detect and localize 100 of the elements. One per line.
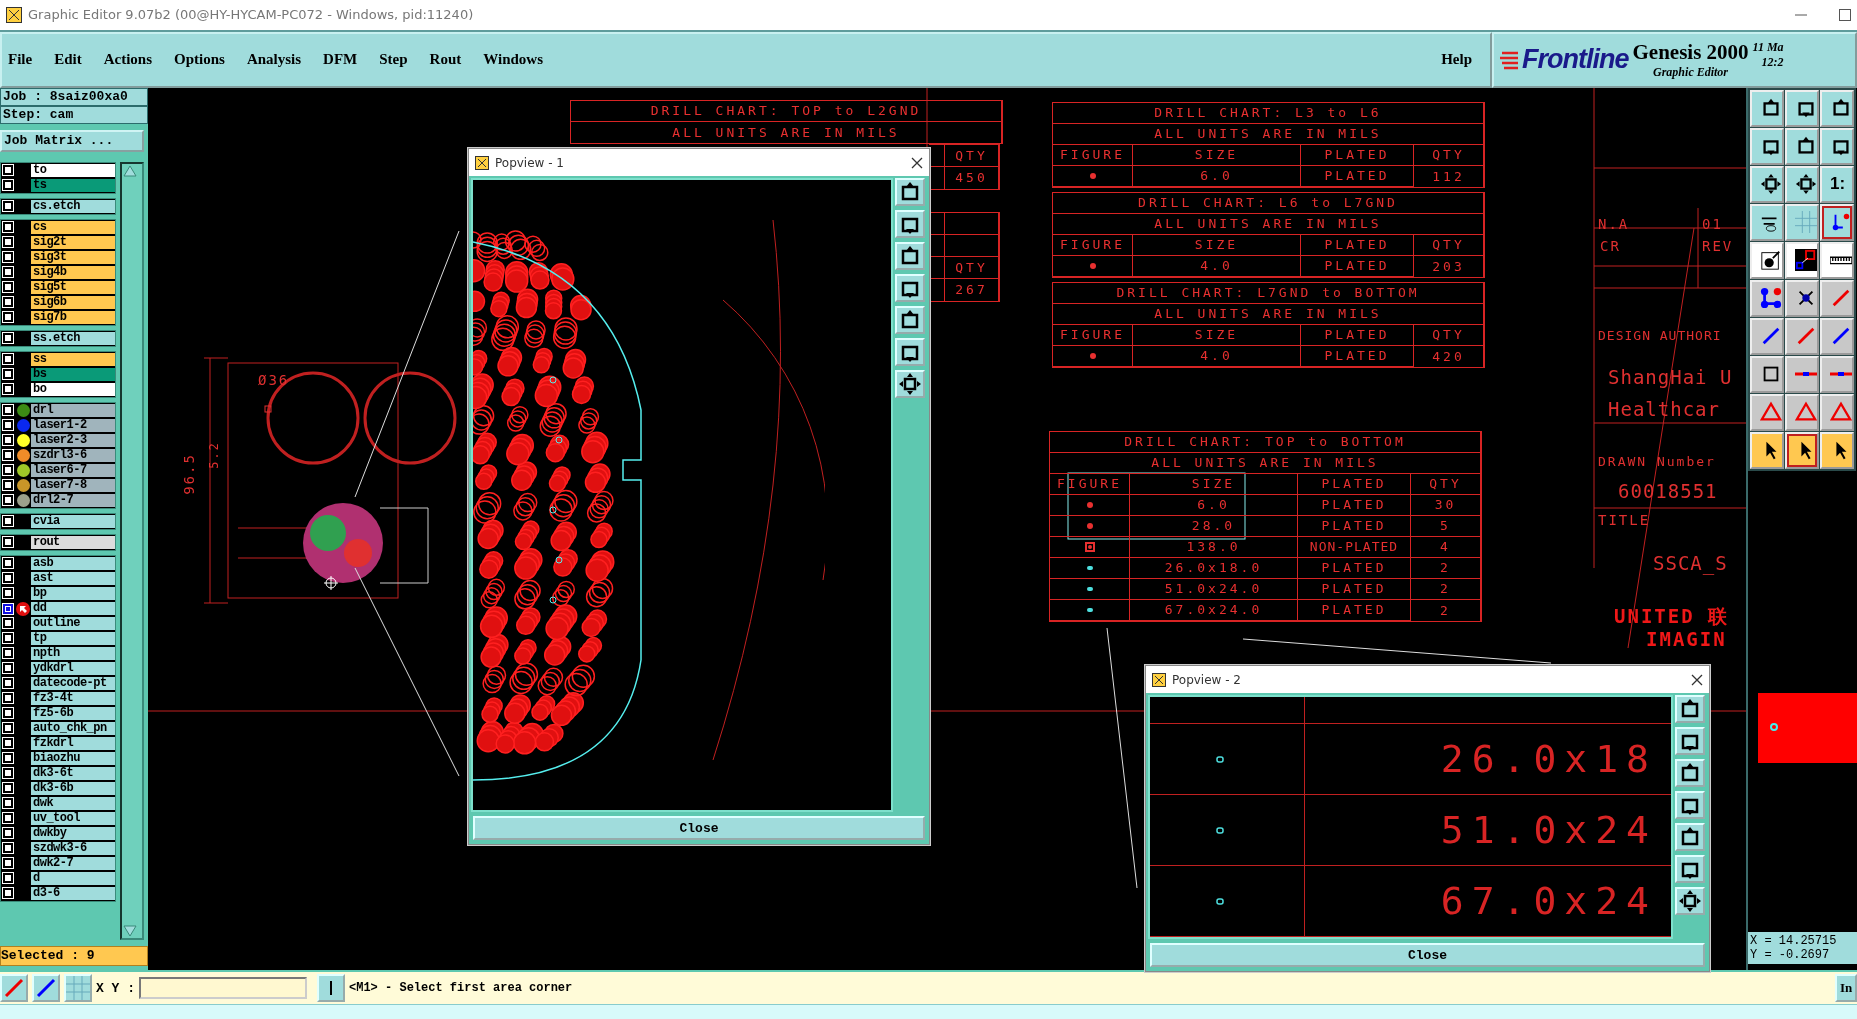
layer-name[interactable]: cs [31, 220, 116, 234]
layer-name[interactable]: rout [31, 535, 116, 549]
layer-checkbox[interactable] [3, 369, 13, 380]
layer-name[interactable]: sig4b [31, 265, 116, 279]
layer-checkbox[interactable] [3, 537, 13, 548]
view-tool-button[interactable] [1675, 727, 1705, 755]
tool-button[interactable] [32, 974, 60, 1003]
layer-name[interactable]: ss [31, 352, 116, 366]
layer-name[interactable]: sig2t [31, 235, 116, 249]
tool-button[interactable]: 1: [1820, 165, 1854, 203]
layer-checkbox[interactable] [3, 678, 13, 689]
layer-checkbox[interactable] [3, 450, 13, 461]
close-button[interactable]: Close [473, 816, 925, 840]
layer-name[interactable]: ydkdrl [31, 661, 116, 675]
layer-name[interactable]: dwkby [31, 826, 116, 840]
tool-button[interactable] [1750, 431, 1784, 469]
view-tool-button[interactable] [1675, 791, 1705, 819]
layer-checkbox[interactable] [3, 384, 13, 395]
tool-button[interactable] [1785, 241, 1819, 279]
layer-name[interactable]: drl2-7 [31, 493, 116, 507]
layer-checkbox[interactable] [3, 480, 13, 491]
view-tool-button[interactable] [895, 274, 925, 302]
close-button[interactable]: Close [1150, 943, 1705, 967]
layer-checkbox[interactable] [3, 873, 13, 884]
layer-name[interactable]: outline [31, 616, 116, 630]
layer-checkbox[interactable] [3, 618, 13, 629]
layer-name[interactable]: dwk2-7 [31, 856, 116, 870]
layer-checkbox[interactable] [3, 813, 13, 824]
view-tool-button[interactable] [1675, 855, 1705, 883]
layer-checkbox[interactable] [3, 693, 13, 704]
layer-name[interactable]: dk3-6t [31, 766, 116, 780]
layer-checkbox[interactable] [3, 180, 13, 191]
menu-item[interactable]: File [8, 51, 33, 69]
view-tool-button[interactable] [895, 370, 925, 398]
layer-checkbox[interactable] [3, 237, 13, 248]
layer-checkbox[interactable] [3, 465, 13, 476]
tool-button[interactable] [1750, 165, 1784, 203]
layer-name[interactable]: laser1-2 [31, 418, 116, 432]
layer-name[interactable]: fz3-4t [31, 691, 116, 705]
layer-name[interactable]: cvia [31, 514, 116, 528]
view-tool-button[interactable] [895, 306, 925, 334]
tool-button[interactable] [1750, 355, 1784, 393]
layer-checkbox[interactable] [3, 282, 13, 293]
layer-checkbox[interactable] [3, 648, 13, 659]
tool-button[interactable] [1820, 241, 1854, 279]
tool-button[interactable] [1785, 393, 1819, 431]
layer-name[interactable]: datecode-pt [31, 676, 116, 690]
layer-checkbox[interactable] [3, 588, 13, 599]
tool-button[interactable] [1785, 317, 1819, 355]
layer-name[interactable]: asb [31, 556, 116, 570]
layer-checkbox[interactable] [3, 435, 13, 446]
tool-button[interactable] [1820, 431, 1854, 469]
corner-button[interactable]: In [1835, 974, 1857, 1003]
view-tool-button[interactable] [1675, 759, 1705, 787]
layer-checkbox[interactable] [3, 333, 13, 344]
tool-button[interactable] [1820, 317, 1854, 355]
layer-name[interactable]: sig3t [31, 250, 116, 264]
help-menu[interactable]: Help [1441, 51, 1472, 69]
tool-button[interactable] [1750, 279, 1784, 317]
layer-name[interactable]: dwk [31, 796, 116, 810]
layer-checkbox[interactable] [3, 516, 13, 527]
xy-input[interactable] [139, 977, 307, 1000]
layer-checkbox[interactable] [3, 312, 13, 323]
layer-name[interactable]: ast [31, 571, 116, 585]
menu-item[interactable]: Step [379, 51, 408, 69]
layer-checkbox[interactable] [3, 495, 13, 506]
layer-checkbox[interactable] [3, 252, 13, 263]
tool-button[interactable] [1785, 165, 1819, 203]
layer-name[interactable]: fz5-6b [31, 706, 116, 720]
layer-checkbox[interactable] [3, 708, 13, 719]
layer-name[interactable]: bp [31, 586, 116, 600]
layer-checkbox[interactable] [3, 222, 13, 233]
view-tool-button[interactable] [1675, 823, 1705, 851]
layer-name[interactable]: ts [31, 178, 116, 192]
layer-name[interactable]: szdwk3-6 [31, 841, 116, 855]
menu-item[interactable]: Windows [483, 51, 543, 69]
layer-checkbox[interactable] [3, 558, 13, 569]
menu-item[interactable]: Actions [103, 51, 152, 69]
tool-button[interactable] [1750, 89, 1784, 127]
tool-button[interactable] [1785, 431, 1819, 469]
view-tool-button[interactable] [1675, 887, 1705, 915]
tool-button[interactable] [1750, 393, 1784, 431]
layer-checkbox[interactable] [3, 201, 13, 212]
job-matrix-button[interactable]: Job Matrix ... [0, 129, 144, 152]
menu-item[interactable]: Options [174, 51, 225, 69]
layer-name[interactable]: laser2-3 [31, 433, 116, 447]
layer-checkbox[interactable] [3, 405, 13, 416]
layer-name[interactable]: fzkdrl [31, 736, 116, 750]
layer-name[interactable]: d3-6 [31, 886, 116, 900]
layer-checkbox[interactable] [3, 603, 13, 614]
layer-name[interactable]: d [31, 871, 116, 885]
layer-checkbox[interactable] [3, 843, 13, 854]
layer-name[interactable]: laser7-8 [31, 478, 116, 492]
layer-name[interactable]: biaozhu [31, 751, 116, 765]
layer-name[interactable]: to [31, 163, 116, 177]
layer-name[interactable]: uv_tool [31, 811, 116, 825]
view-tool-button[interactable] [895, 210, 925, 238]
layer-checkbox[interactable] [3, 738, 13, 749]
tool-button[interactable] [317, 974, 345, 1003]
layer-checkbox[interactable] [3, 888, 13, 899]
